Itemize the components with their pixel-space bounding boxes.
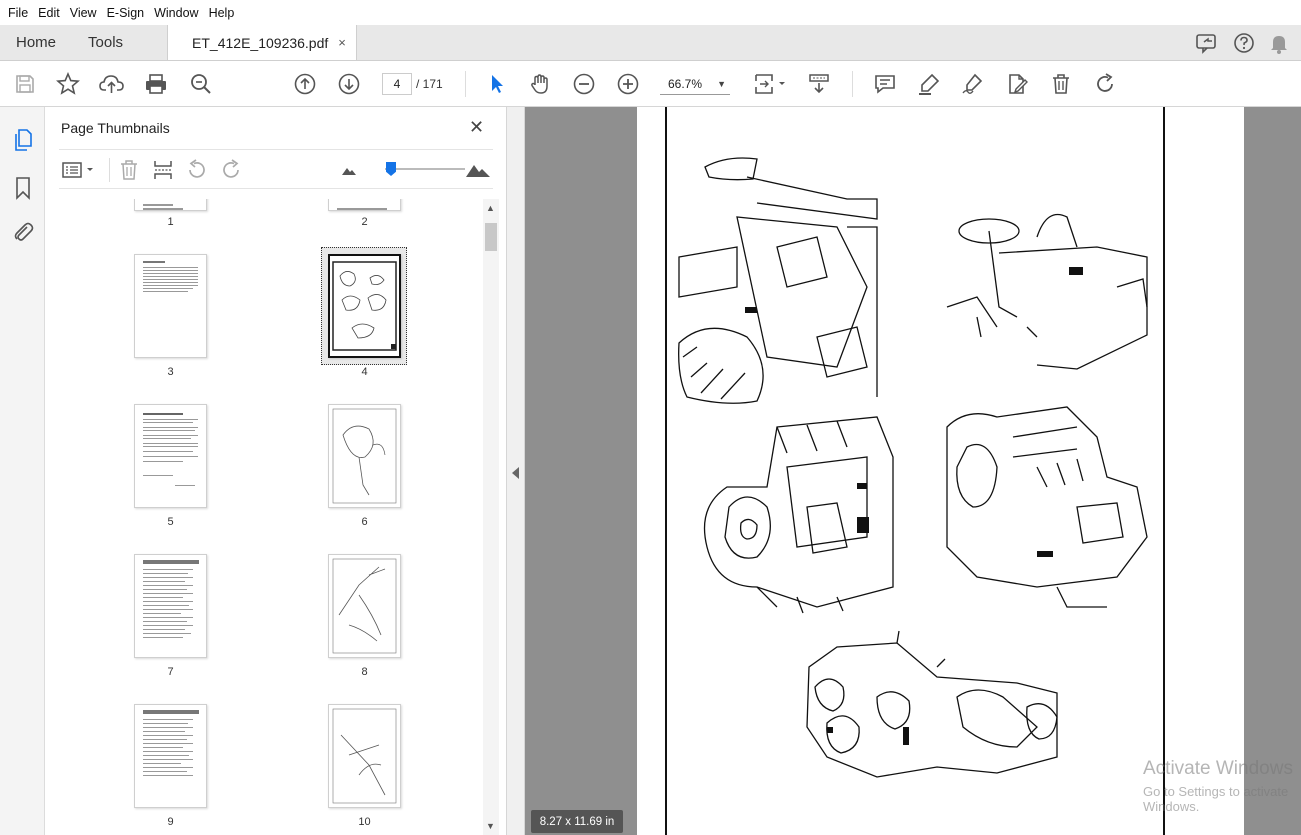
large-thumbnail-icon[interactable]	[465, 158, 491, 182]
document-viewer[interactable]	[525, 107, 1301, 835]
close-panel-icon[interactable]: ✕	[469, 117, 484, 138]
menu-help[interactable]: Help	[205, 6, 239, 20]
page-thumbnail[interactable]	[328, 199, 401, 211]
previous-page-icon[interactable]	[292, 71, 318, 97]
document-page	[637, 107, 1244, 835]
thumbnail-label: 7	[167, 666, 174, 678]
watermark-title: Activate Windows	[1143, 758, 1293, 779]
page-thumbnails-icon[interactable]	[10, 127, 36, 153]
highlight-pen-icon[interactable]	[916, 71, 942, 97]
menu-edit[interactable]: Edit	[34, 6, 64, 20]
panel-collapse-handle[interactable]	[507, 107, 525, 835]
page-thumbnail[interactable]	[134, 404, 207, 508]
upload-cloud-icon[interactable]	[99, 71, 125, 97]
toolbar-divider	[109, 158, 110, 182]
tab-document[interactable]: ET_412E_109236.pdf ×	[167, 25, 357, 60]
select-pointer-icon[interactable]	[484, 71, 510, 97]
page-number-input[interactable]: 4	[382, 73, 412, 95]
help-icon[interactable]	[1233, 32, 1255, 54]
page-thumbnail[interactable]	[134, 199, 207, 211]
tab-tools[interactable]: Tools	[72, 25, 139, 60]
notification-bell-icon[interactable]	[1269, 32, 1289, 54]
chevron-down-icon: ▼	[717, 78, 726, 89]
edit-document-icon[interactable]	[1004, 71, 1030, 97]
page-thumbnail[interactable]	[134, 254, 207, 358]
save-icon[interactable]	[12, 71, 38, 97]
thumbnail-label: 3	[167, 366, 174, 378]
attachments-paperclip-icon[interactable]	[10, 219, 36, 245]
watermark-subtitle: Go to Settings to activate Windows.	[1143, 784, 1289, 814]
fill-sign-icon[interactable]	[960, 71, 986, 97]
next-page-icon[interactable]	[336, 71, 362, 97]
thumbnail-label: 10	[358, 816, 371, 828]
collapse-arrow-icon	[512, 467, 519, 479]
tab-bar: Home Tools ET_412E_109236.pdf ×	[0, 25, 1301, 61]
page-thumbnail[interactable]	[328, 554, 401, 658]
page-thumbnail-selected[interactable]	[328, 254, 401, 358]
technical-drawing	[678, 157, 1148, 778]
page-thumbnail[interactable]	[328, 704, 401, 808]
toolbar-divider	[852, 71, 853, 97]
bookmark-star-icon[interactable]	[55, 71, 81, 97]
windows-activation-watermark: Activate Windows Go to Settings to activ…	[1143, 758, 1301, 814]
thumbnail-label: 2	[361, 216, 368, 228]
document-tab-label: ET_412E_109236.pdf	[192, 34, 329, 51]
rotate-icon[interactable]	[1092, 71, 1118, 97]
thumbnail-list: 1 2 3 4 5 6 7 8 9 10	[59, 199, 484, 835]
rotate-left-icon[interactable]	[185, 158, 209, 182]
comment-icon[interactable]	[872, 71, 898, 97]
thumbnail-label: 9	[167, 816, 174, 828]
bookmarks-icon[interactable]	[10, 175, 36, 201]
scroll-up-icon[interactable]: ▲	[486, 203, 495, 213]
page-thumbnail[interactable]	[134, 554, 207, 658]
zoom-in-icon[interactable]	[615, 71, 641, 97]
scroll-down-icon[interactable]: ▼	[486, 821, 495, 831]
hand-tool-icon[interactable]	[527, 71, 553, 97]
rotate-right-icon[interactable]	[219, 158, 243, 182]
options-menu-icon[interactable]	[61, 158, 97, 182]
page-size-indicator: 8.27 x 11.69 in	[531, 810, 623, 833]
thumbnail-label: 4	[361, 366, 368, 378]
scroll-mode-icon[interactable]	[806, 71, 832, 97]
slider-handle[interactable]	[386, 162, 396, 176]
page-thumbnail[interactable]	[328, 404, 401, 508]
toolbar-divider	[465, 71, 466, 97]
small-thumbnail-icon[interactable]	[337, 158, 361, 182]
main-toolbar: 4 / 171 66.7% ▼	[0, 61, 1301, 107]
print-icon[interactable]	[143, 71, 169, 97]
thumbnail-label: 8	[361, 666, 368, 678]
zoom-level-dropdown[interactable]: 66.7% ▼	[660, 73, 730, 95]
zoom-level-value: 66.7%	[668, 76, 703, 91]
insert-page-icon[interactable]	[151, 158, 175, 182]
delete-page-icon[interactable]	[117, 158, 141, 182]
thumbnail-toolbar	[59, 149, 493, 189]
zoom-out-icon[interactable]	[571, 71, 597, 97]
tab-home[interactable]: Home	[0, 25, 72, 60]
menu-esign[interactable]: E-Sign	[103, 6, 149, 20]
fit-page-icon[interactable]	[750, 71, 790, 97]
page-total: / 171	[416, 77, 443, 91]
page-thumbnails-panel: Page Thumbnails ✕ 1 2 3 4 5 6 7 8 9 10 ▲…	[45, 107, 507, 835]
thumbnail-label: 6	[361, 516, 368, 528]
thumbnail-scrollbar[interactable]: ▲ ▼	[483, 199, 499, 835]
thumbnail-size-slider[interactable]	[385, 168, 465, 170]
scrollbar-thumb[interactable]	[485, 223, 497, 251]
navigation-rail	[0, 107, 45, 835]
close-tab-icon[interactable]: ×	[338, 35, 346, 50]
thumbnail-label: 1	[167, 216, 174, 228]
delete-trash-icon[interactable]	[1048, 71, 1074, 97]
menu-bar: File Edit View E-Sign Window Help	[0, 0, 1301, 25]
menu-view[interactable]: View	[66, 6, 101, 20]
panel-title: Page Thumbnails	[61, 120, 170, 136]
menu-file[interactable]: File	[4, 6, 32, 20]
search-zoom-icon[interactable]	[188, 71, 214, 97]
share-screen-icon[interactable]	[1195, 32, 1219, 54]
thumbnail-label: 5	[167, 516, 174, 528]
menu-window[interactable]: Window	[150, 6, 202, 20]
page-thumbnail[interactable]	[134, 704, 207, 808]
